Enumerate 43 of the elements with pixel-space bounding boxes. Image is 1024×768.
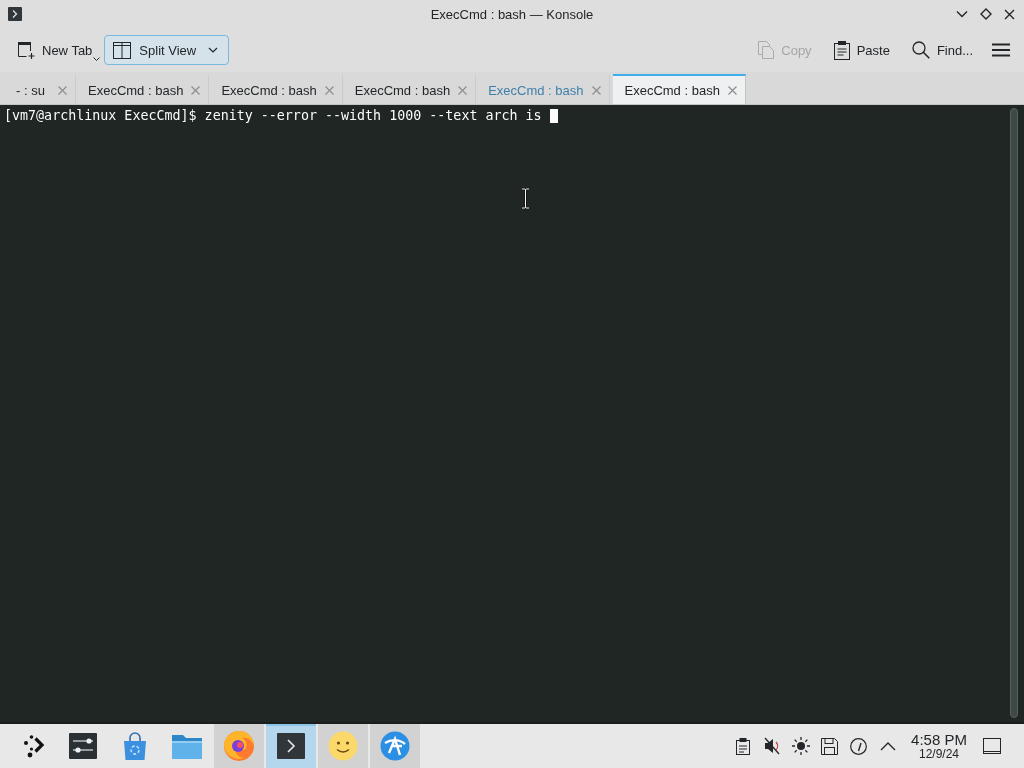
brightness-icon[interactable] [791,737,810,755]
clipboard-icon[interactable] [735,737,750,755]
smiley-icon [328,731,358,761]
new-tab-button[interactable]: New Tab [8,35,104,65]
menu-icon[interactable] [992,43,1010,57]
taskbar-button[interactable] [266,724,316,768]
gauge-icon[interactable] [850,737,867,755]
shopping-bag-icon [122,732,148,760]
tab[interactable]: - : su [4,74,76,104]
clipboard-icon [833,40,850,60]
diamond-icon[interactable] [980,8,992,20]
sliders-icon [69,733,97,759]
folder-icon [172,733,202,759]
scrollbar[interactable] [1010,108,1018,718]
globe-flame-icon [223,730,255,762]
block-cursor-icon [549,109,558,123]
clock-date[interactable]: 12/9/24 [918,748,959,760]
show-desktop-icon[interactable] [983,738,1001,754]
paste-button[interactable]: Paste [824,35,899,65]
caret-icon [208,47,219,53]
terminal-line: [vm7@archlinux ExecCmd]$ zenity --error --width 1000 --text arch is [4,107,542,125]
terminal-icon [8,7,22,21]
ibeam-cursor-icon [521,188,530,209]
terminal-icon [277,733,305,759]
launcher-icon[interactable] [23,734,45,758]
chevron-up-icon[interactable] [879,741,896,751]
copy-icon [758,41,775,59]
columns-icon [113,41,132,59]
clock-time[interactable]: 4:58 PM [911,732,967,747]
chevron-down-icon[interactable] [956,10,968,18]
tab[interactable]: ExecCmd : bash [76,74,210,104]
tab[interactable]: ExecCmd : bash [612,74,746,104]
tab-plus-icon [17,41,35,59]
search-icon [911,41,930,59]
split-view-button[interactable]: Split View [104,35,230,65]
tab[interactable]: ExecCmd : bash [342,74,477,104]
close-icon[interactable] [1004,8,1015,20]
caret-icon [93,57,101,61]
globe-icon [380,731,410,761]
tab[interactable]: ExecCmd : bash [209,74,343,104]
muted-speaker-icon[interactable] [763,737,780,755]
find-button[interactable]: Find... [902,35,982,65]
window-title: ExecCmd : bash — Konsole [430,6,594,22]
